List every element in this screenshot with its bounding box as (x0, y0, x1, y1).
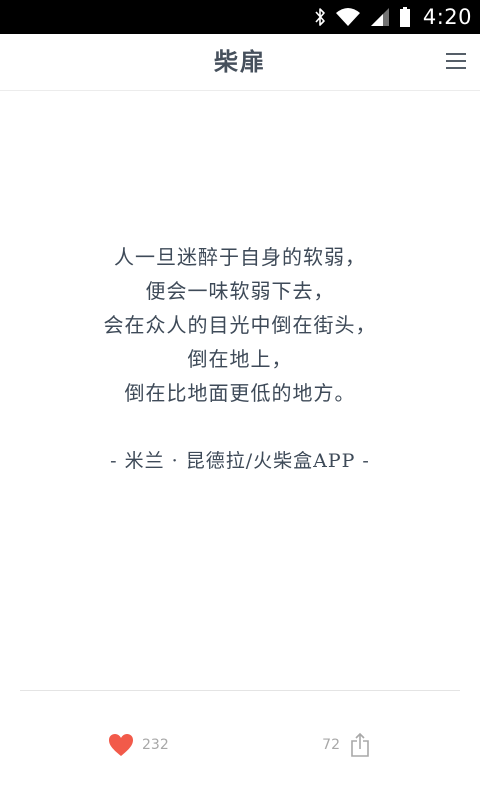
quote-line: 便会一味软弱下去， (145, 279, 335, 303)
heart-icon (109, 734, 133, 756)
app-header: 柴扉 (0, 34, 480, 91)
quote-block: 人一旦迷醉于自身的软弱， 便会一味软弱下去， 会在众人的目光中倒在街头， 倒在地… (20, 240, 460, 476)
quote-attribution: - 米兰 · 昆德拉/火柴盒APP - (110, 450, 370, 472)
wifi-icon (335, 8, 360, 26)
like-count: 232 (142, 737, 169, 753)
share-icon (351, 732, 369, 757)
share-count: 72 (322, 737, 340, 753)
quote-line: 会在众人的目光中倒在街头， (103, 313, 377, 337)
bluetooth-icon (315, 8, 325, 26)
signal-icon (370, 8, 389, 26)
quote-line: 人一旦迷醉于自身的软弱， (114, 245, 366, 269)
like-button[interactable]: 232 (108, 732, 169, 758)
status-icons: 4:20 (313, 0, 472, 34)
page-title: 柴扉 (214, 47, 266, 76)
share-area: 72 (322, 730, 370, 760)
battery-icon (399, 7, 410, 27)
app-screen: 4:20 柴扉 人一旦迷醉于自身的软弱， 便会一味软弱下去， 会在众人的目光中倒… (0, 0, 480, 800)
status-time: 4:20 (422, 5, 472, 29)
divider (20, 690, 460, 691)
share-button[interactable] (350, 732, 370, 758)
hamburger-menu-icon (446, 53, 466, 69)
quote-line: 倒在地上， (187, 347, 293, 371)
menu-button[interactable] (444, 50, 468, 72)
status-bar: 4:20 (0, 0, 480, 34)
quote-line: 倒在比地面更低的地方。 (124, 381, 356, 405)
